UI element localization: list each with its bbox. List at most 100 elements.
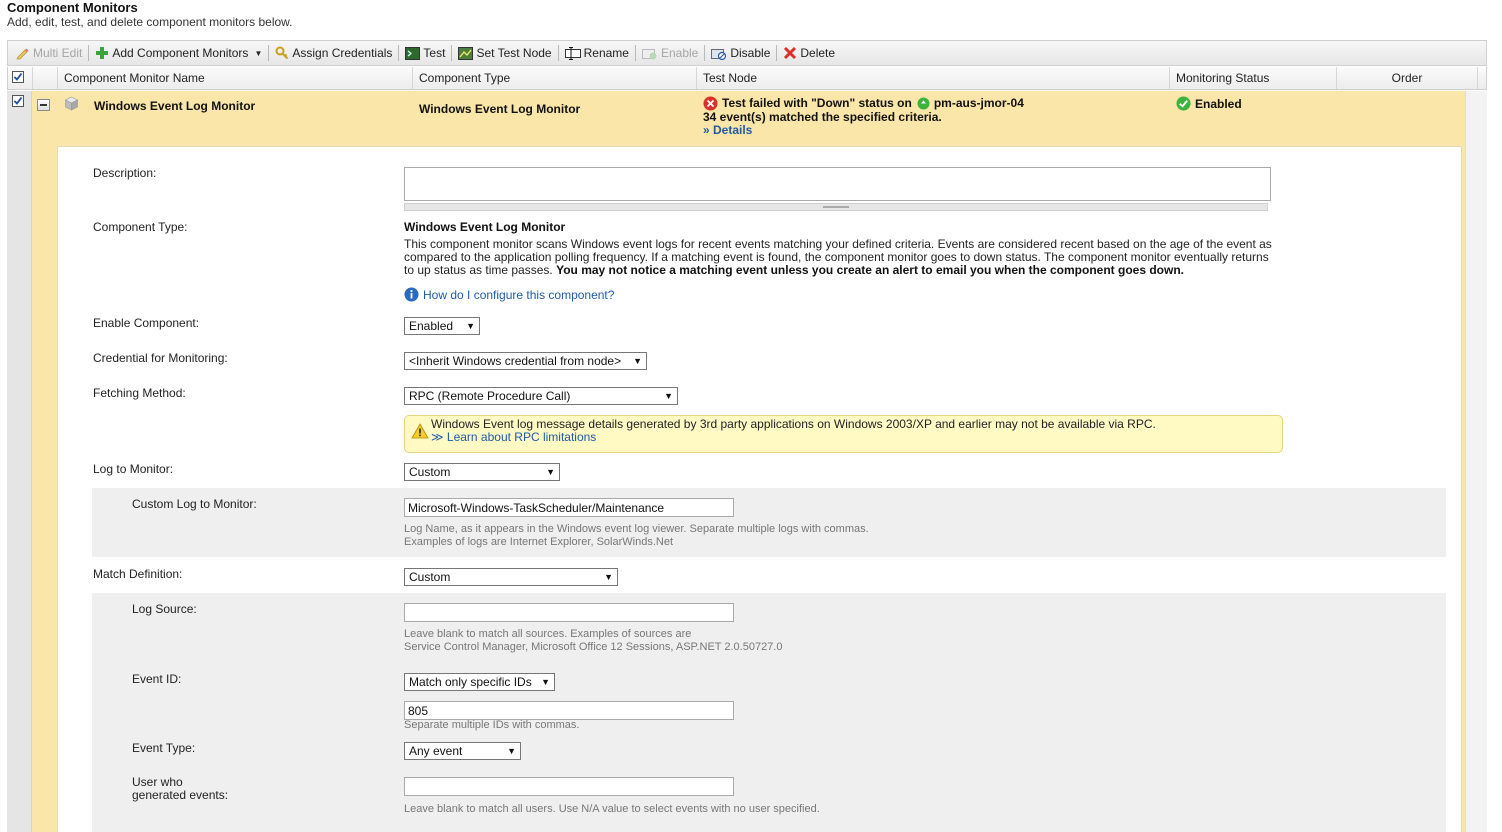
chevron-down-icon: ▼ xyxy=(254,48,263,58)
event-id-label: Event ID: xyxy=(132,672,182,686)
grip-icon xyxy=(823,206,849,208)
add-component-monitors-label: Add Component Monitors xyxy=(112,46,249,60)
ok-check-icon xyxy=(1176,96,1191,111)
event-id-input[interactable] xyxy=(404,701,734,720)
toolbar-separator xyxy=(776,45,778,61)
help-link-row: How do I configure this component? xyxy=(404,287,614,302)
row-component-name[interactable]: Windows Event Log Monitor xyxy=(94,99,255,113)
fetching-method-label: Fetching Method: xyxy=(93,386,186,400)
test-button[interactable]: Test xyxy=(401,43,449,63)
custom-log-hint-1: Log Name, as it appears in the Windows e… xyxy=(404,523,869,535)
enable-label: Enable xyxy=(660,46,699,60)
textarea-resize-handle[interactable] xyxy=(404,203,1268,211)
select-all-cell xyxy=(8,67,33,89)
user-label: User who generated events: xyxy=(132,776,228,802)
log-source-hint: Leave blank to match all sources. Exampl… xyxy=(404,628,782,654)
col-header-name[interactable]: Component Monitor Name xyxy=(58,67,413,89)
enable-button[interactable]: Enable xyxy=(638,43,702,63)
component-type-name: Windows Event Log Monitor xyxy=(404,220,566,234)
toolbar-separator xyxy=(398,45,400,61)
plus-icon xyxy=(95,46,109,60)
rpc-warning-box: Windows Event log message details genera… xyxy=(404,415,1283,453)
fetching-method-select[interactable]: RPC (Remote Procedure Call) ▼ xyxy=(404,387,678,405)
info-icon xyxy=(404,287,419,302)
enable-icon xyxy=(641,47,658,60)
component-type-label: Component Type: xyxy=(93,220,188,234)
chevron-down-icon: ▼ xyxy=(541,677,550,687)
assign-credentials-button[interactable]: Assign Credentials xyxy=(271,43,396,63)
error-icon xyxy=(703,96,718,111)
match-definition-value: Custom xyxy=(409,570,451,584)
multi-edit-button[interactable]: Multi Edit xyxy=(12,43,86,63)
select-all-checkbox[interactable] xyxy=(12,71,24,83)
col-header-test-node[interactable]: Test Node xyxy=(697,67,1170,89)
rename-button[interactable]: Rename xyxy=(561,43,633,63)
chevron-down-icon: ▼ xyxy=(664,391,673,401)
delete-button[interactable]: Delete xyxy=(779,43,839,63)
disable-button[interactable]: Disable xyxy=(707,43,774,63)
user-input[interactable] xyxy=(404,777,734,796)
row-component-type: Windows Event Log Monitor xyxy=(419,102,581,116)
row-checkbox[interactable] xyxy=(12,95,24,107)
scroll-gutter xyxy=(1465,91,1487,832)
enable-component-label: Enable Component: xyxy=(93,316,200,330)
credential-select[interactable]: <Inherit Windows credential from node> ▼ xyxy=(404,352,647,370)
disable-icon xyxy=(711,47,727,60)
set-test-node-button[interactable]: Set Test Node xyxy=(454,43,555,63)
fetching-method-value: RPC (Remote Procedure Call) xyxy=(409,389,571,403)
description-input[interactable] xyxy=(404,167,1271,201)
status-text: Enabled xyxy=(1195,96,1242,111)
toolbar-separator xyxy=(268,45,270,61)
test-label: Test xyxy=(423,46,446,60)
rename-icon xyxy=(564,46,581,60)
add-component-monitors-button[interactable]: Add Component Monitors ▼ xyxy=(91,43,266,63)
col-header-type[interactable]: Component Type xyxy=(413,67,697,89)
toolbar-separator xyxy=(451,45,453,61)
key-icon xyxy=(275,46,289,60)
chevron-down-icon: ▼ xyxy=(604,572,613,582)
multi-edit-label: Multi Edit xyxy=(33,46,83,60)
component-type-desc-bold: You may not notice a matching event unle… xyxy=(556,263,1184,277)
component-cube-icon xyxy=(64,96,79,114)
rpc-limitations-link[interactable]: ≫ Learn about RPC limitations xyxy=(431,431,596,444)
match-definition-select[interactable]: Custom ▼ xyxy=(404,568,618,586)
custom-log-hint: Log Name, as it appears in the Windows e… xyxy=(404,523,869,549)
test-node-name[interactable]: pm-aus-jmor-04 xyxy=(934,97,1024,110)
custom-log-label: Custom Log to Monitor: xyxy=(132,497,257,511)
log-to-monitor-label: Log to Monitor: xyxy=(93,462,174,476)
page-subtitle: Add, edit, test, and delete component mo… xyxy=(7,15,293,29)
event-id-mode-value: Match only specific IDs xyxy=(409,675,532,689)
rename-label: Rename xyxy=(583,46,629,60)
custom-log-input[interactable] xyxy=(404,498,734,517)
event-type-select[interactable]: Any event ▼ xyxy=(404,742,521,760)
log-to-monitor-select[interactable]: Custom ▼ xyxy=(404,463,560,481)
help-link[interactable]: How do I configure this component? xyxy=(423,288,614,302)
toolbar-separator xyxy=(704,45,706,61)
minus-icon xyxy=(40,104,47,106)
match-definition-label: Match Definition: xyxy=(93,567,183,581)
check-icon xyxy=(13,96,23,105)
details-link[interactable]: » Details xyxy=(703,124,1024,137)
delete-label: Delete xyxy=(800,46,836,60)
component-type-description: This component monitor scans Windows eve… xyxy=(404,238,1276,277)
log-to-monitor-value: Custom xyxy=(409,465,451,479)
node-icon xyxy=(458,46,474,60)
credential-label: Credential for Monitoring: xyxy=(93,351,228,365)
assign-credentials-label: Assign Credentials xyxy=(292,46,393,60)
toolbar-separator xyxy=(88,45,90,61)
custom-log-hint-2: Examples of logs are Internet Explorer, … xyxy=(404,536,674,548)
credential-value: <Inherit Windows credential from node> xyxy=(409,354,622,368)
event-id-mode-select[interactable]: Match only specific IDs ▼ xyxy=(404,673,555,691)
set-test-node-label: Set Test Node xyxy=(476,46,552,60)
collapse-button[interactable] xyxy=(37,99,50,111)
chevron-down-icon: ▼ xyxy=(546,467,555,477)
enable-component-select[interactable]: Enabled ▼ xyxy=(404,317,480,335)
col-header-status[interactable]: Monitoring Status xyxy=(1170,67,1337,89)
disable-label: Disable xyxy=(730,46,771,60)
row-gutter xyxy=(7,91,32,832)
user-label-line-2: generated events: xyxy=(132,788,229,802)
pencil-icon xyxy=(16,46,30,60)
row-status: Enabled xyxy=(1176,96,1242,111)
col-header-order[interactable]: Order xyxy=(1337,67,1478,89)
log-source-input[interactable] xyxy=(404,603,734,622)
